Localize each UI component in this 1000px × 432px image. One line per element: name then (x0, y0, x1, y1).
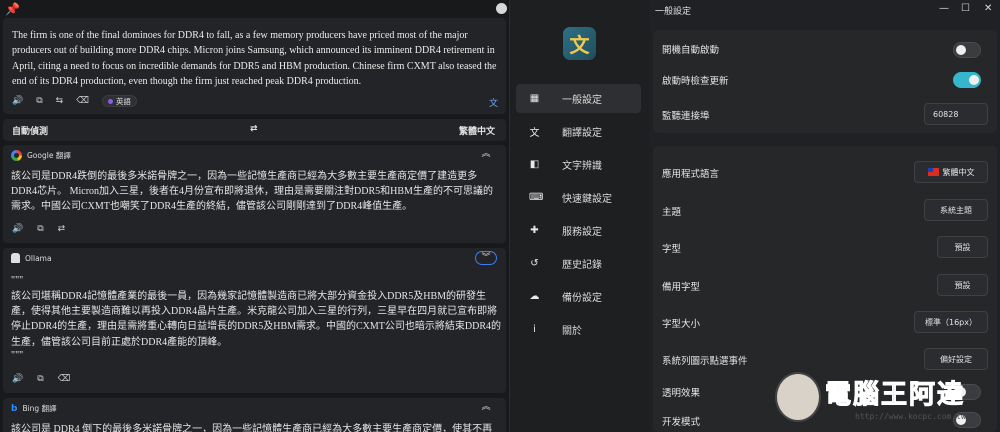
taiwan-flag-icon (927, 168, 939, 176)
app-language-label: 應用程式語言 (662, 169, 720, 180)
font-select[interactable]: 預設 (937, 236, 988, 258)
auto-start-label: 開機自動啟動 (662, 45, 720, 56)
check-update-toggle[interactable] (953, 72, 981, 88)
tray-event-select[interactable]: 偏好設定 (924, 348, 988, 370)
collapse-chevron-icon[interactable]: ︽ (475, 148, 497, 162)
ollama-toolbar: 🔊 ⧉ ⌫ (12, 374, 70, 384)
collapse-chevron-icon[interactable]: ︾ (475, 251, 497, 265)
fallback-font-select[interactable]: 預設 (937, 274, 988, 296)
service-name: Ollama (25, 253, 52, 263)
font-size-select[interactable]: 標準（16px） (914, 311, 988, 333)
speaker-icon[interactable]: 🔊 (12, 374, 23, 384)
sidebar-item-translate[interactable]: 文翻譯設定 (516, 117, 641, 146)
sidebar-item-general[interactable]: ▦ 一般設定 (516, 84, 641, 113)
clear-icon[interactable]: ⌫ (58, 374, 71, 384)
translate-panel: 📌 The firm is one of the final dominoes … (0, 0, 510, 432)
dev-mode-label: 开发模式 (662, 417, 701, 428)
google-toolbar: 🔊 ⧉ ⇄ (12, 224, 65, 234)
cloud-icon: ☁ (529, 291, 540, 302)
google-translate-card: Google 翻譯 ︽ 該公司是DDR4跌倒的最後多米諾骨牌之一，因為一些記憶生… (3, 145, 506, 243)
port-label: 監聽連接埠 (662, 111, 710, 122)
target-language-select[interactable]: 繁體中文 (459, 124, 495, 137)
ollama-header: Ollama (11, 253, 52, 263)
google-logo-icon (11, 150, 22, 161)
ollama-logo-icon (11, 253, 20, 263)
keyboard-icon: ⌨ (529, 192, 544, 203)
window-titlebar: 一般設定 — ☐ ✕ (650, 0, 1000, 20)
font-size-label: 字型大小 (662, 319, 701, 330)
copy-icon[interactable]: ⧉ (37, 374, 43, 384)
speaker-icon[interactable]: 🔊 (12, 224, 23, 234)
theme-label: 主題 (662, 207, 682, 218)
settings-sidebar: 文 ▦ 一般設定 文翻譯設定 ◧ 文字辨識 ⌨ 快速鍵設定 ✚ 服務設定 ↺ 歷史記錄 ☁… (510, 0, 650, 432)
ollama-quote-close: """ (11, 350, 24, 361)
language-selector-row: 自動偵測 ⇄ 繁體中文 (3, 119, 506, 141)
service-name: Bing 翻譯 (22, 404, 57, 413)
bing-translate-card: b Bing 翻譯 ︽ 該公司是 DDR4 倒下的最後多米諾骨牌之一，因為一些記… (3, 398, 506, 432)
translate-icon: 文 (529, 128, 540, 139)
app-language-select[interactable]: 繁體中文 (914, 161, 988, 183)
app-window: 📌 The firm is one of the final dominoes … (0, 0, 1000, 432)
auto-start-toggle[interactable] (953, 42, 981, 58)
puzzle-icon: ✚ (530, 225, 539, 236)
app-logo-icon: 文 (563, 27, 596, 60)
font-label: 字型 (662, 244, 682, 255)
sidebar-item-service[interactable]: ✚ 服務設定 (516, 216, 641, 245)
ocr-icon: ◧ (529, 159, 540, 170)
copy-icon[interactable]: ⧉ (36, 96, 42, 106)
ollama-quote-open: """ (11, 275, 24, 286)
info-icon: i (533, 324, 536, 335)
source-toolbar: 🔊 ⧉ ⇆ ⌫ 英語 (12, 94, 137, 108)
pin-icon[interactable]: 📌 (5, 2, 20, 16)
line-break-icon[interactable]: ⇆ (56, 96, 64, 106)
dev-mode-toggle[interactable] (953, 412, 981, 428)
speaker-icon[interactable]: 🔊 (12, 96, 23, 106)
copy-icon[interactable]: ⧉ (37, 224, 43, 234)
theme-select[interactable]: 系統主題 (924, 199, 988, 221)
ollama-result-text[interactable]: 該公司堪稱DDR4記憶體產業的最後一員，因為幾家記憶體製造商已將大部分資金投入D… (11, 289, 501, 350)
detected-language-badge: 英語 (101, 95, 137, 107)
tray-event-label: 系統列圖示點選事件 (662, 356, 748, 367)
source-language-select[interactable]: 自動偵測 (12, 124, 48, 137)
sidebar-item-history[interactable]: ↺ 歷史記錄 (516, 249, 641, 278)
ollama-card: Ollama ︾ """ 該公司堪稱DDR4記憶體產業的最後一員，因為幾家記憶體… (3, 248, 506, 393)
google-header: Google 翻譯 (11, 150, 71, 161)
sidebar-item-ocr[interactable]: ◧ 文字辨識 (516, 150, 641, 179)
fallback-font-label: 備用字型 (662, 282, 701, 293)
startup-group: 開機自動啟動 啟動時檢查更新 監聽連接埠 60828 (653, 30, 997, 133)
transparency-toggle[interactable] (953, 384, 981, 400)
clear-icon[interactable]: ⌫ (76, 96, 89, 106)
bing-header: b Bing 翻譯 (11, 403, 57, 414)
minimize-icon[interactable]: — (939, 3, 949, 14)
transparency-label: 透明效果 (662, 388, 701, 399)
sidebar-item-about[interactable]: i 關於 (516, 315, 641, 344)
source-text-box[interactable]: The firm is one of the final dominoes fo… (3, 18, 506, 114)
swap-language-button[interactable]: ⇄ (250, 124, 258, 134)
appearance-group: 應用程式語言 繁體中文 主題 系統主題 字型 預設 備用字型 預設 字型大小 標… (653, 146, 997, 432)
port-input[interactable]: 60828 (924, 103, 988, 125)
grid-icon: ▦ (529, 93, 540, 104)
back-translate-icon[interactable]: ⇄ (58, 224, 66, 234)
close-icon[interactable]: ✕ (984, 3, 992, 14)
check-update-label: 啟動時檢查更新 (662, 76, 729, 87)
google-result-text[interactable]: 該公司是DDR4跌倒的最後多米諾骨牌之一，因為一些記憶生產商已經為大多數主要生產… (11, 169, 501, 215)
service-name: Google 翻譯 (27, 151, 71, 160)
source-text[interactable]: The firm is one of the final dominoes fo… (12, 28, 500, 90)
bing-result-text[interactable]: 該公司是 DDR4 倒下的最後多米諾骨牌之一，因為一些記憶體生產商已經為大多數主… (11, 422, 501, 432)
history-icon: ↺ (530, 258, 539, 269)
maximize-icon[interactable]: ☐ (961, 3, 970, 14)
settings-content: 一般設定 — ☐ ✕ 開機自動啟動 啟動時檢查更新 監聽連接埠 60828 應用… (650, 0, 1000, 432)
window-title: 一般設定 (655, 7, 692, 17)
collapse-chevron-icon[interactable]: ︽ (475, 401, 497, 415)
close-popup-icon[interactable] (496, 3, 507, 14)
bing-logo-icon: b (11, 403, 18, 414)
sidebar-item-backup[interactable]: ☁ 備份設定 (516, 282, 641, 311)
translate-icon[interactable]: 文 (489, 96, 498, 109)
sidebar-item-hotkey[interactable]: ⌨ 快速鍵設定 (516, 183, 641, 212)
